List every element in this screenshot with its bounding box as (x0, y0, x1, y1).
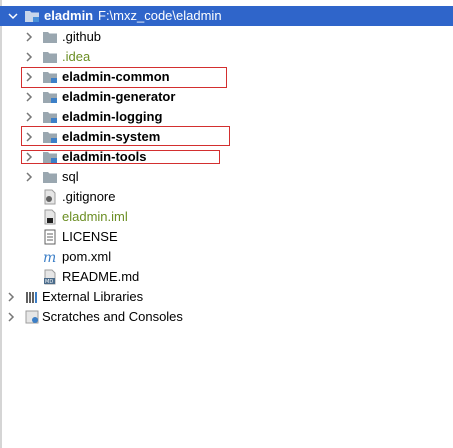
scratches-label: Scratches and Consoles (42, 309, 183, 324)
tree-item-idea[interactable]: .idea (0, 47, 453, 67)
module-folder-icon (24, 8, 40, 24)
tree-item-label: eladmin-generator (62, 89, 176, 104)
highlight-box-eladmin-common (21, 67, 227, 88)
tree-item-label: LICENSE (62, 229, 118, 244)
highlight-box-eladmin-system (21, 126, 230, 146)
maven-file-icon: m (42, 249, 58, 265)
tree-item-label: sql (62, 169, 79, 184)
folder-icon (42, 49, 58, 65)
tree-item-label: .github (62, 29, 102, 44)
svg-text:m: m (43, 250, 56, 265)
chevron-right-icon[interactable] (24, 172, 34, 182)
tree-item-label: .idea (62, 49, 91, 64)
chevron-right-icon[interactable] (24, 52, 34, 62)
tree-item-github[interactable]: .github (0, 27, 453, 47)
external-libraries-label: External Libraries (42, 289, 144, 304)
folder-icon (42, 169, 58, 185)
svg-text:MD: MD (45, 279, 53, 285)
folder-icon (42, 29, 58, 45)
chevron-right-icon[interactable] (24, 92, 34, 102)
tree-item-label: eladmin-logging (62, 109, 163, 124)
chevron-down-icon[interactable] (8, 11, 18, 21)
tree-item-readme[interactable]: MD README.md (0, 267, 453, 287)
tree-item-sql[interactable]: sql (0, 167, 453, 187)
tree-item-label: .gitignore (62, 189, 116, 204)
tree-item-eladmin-generator[interactable]: eladmin-generator (0, 87, 453, 107)
tree-root-row[interactable]: eladmin F:\mxz_code\eladmin (0, 6, 453, 26)
chevron-right-icon[interactable] (6, 292, 16, 302)
text-file-icon (42, 229, 58, 245)
gitignore-file-icon (42, 189, 58, 205)
tree-item-iml[interactable]: eladmin.iml (0, 207, 453, 227)
library-icon (24, 289, 40, 305)
project-tree-panel: eladmin F:\mxz_code\eladmin .github .ide… (0, 0, 453, 448)
iml-file-icon (42, 209, 58, 225)
root-path: F:\mxz_code\eladmin (98, 8, 222, 23)
tree-item-pom[interactable]: m pom.xml (0, 247, 453, 267)
tree-external-libraries[interactable]: External Libraries (0, 287, 453, 307)
tree-item-label: pom.xml (62, 249, 112, 264)
chevron-right-icon[interactable] (24, 32, 34, 42)
chevron-right-icon[interactable] (6, 312, 16, 322)
tree-item-license[interactable]: LICENSE (0, 227, 453, 247)
highlight-box-eladmin-tools (21, 150, 220, 164)
tree-scratches-consoles[interactable]: Scratches and Consoles (0, 307, 453, 327)
root-label: eladmin (44, 8, 94, 23)
tree-item-eladmin-logging[interactable]: eladmin-logging (0, 107, 453, 127)
scratches-icon (24, 309, 40, 325)
module-folder-icon (42, 89, 58, 105)
module-folder-icon (42, 109, 58, 125)
tree-item-label: eladmin.iml (62, 209, 128, 224)
chevron-right-icon[interactable] (24, 112, 34, 122)
markdown-file-icon: MD (42, 269, 58, 285)
tree-item-gitignore[interactable]: .gitignore (0, 187, 453, 207)
tree-item-label: README.md (62, 269, 140, 284)
